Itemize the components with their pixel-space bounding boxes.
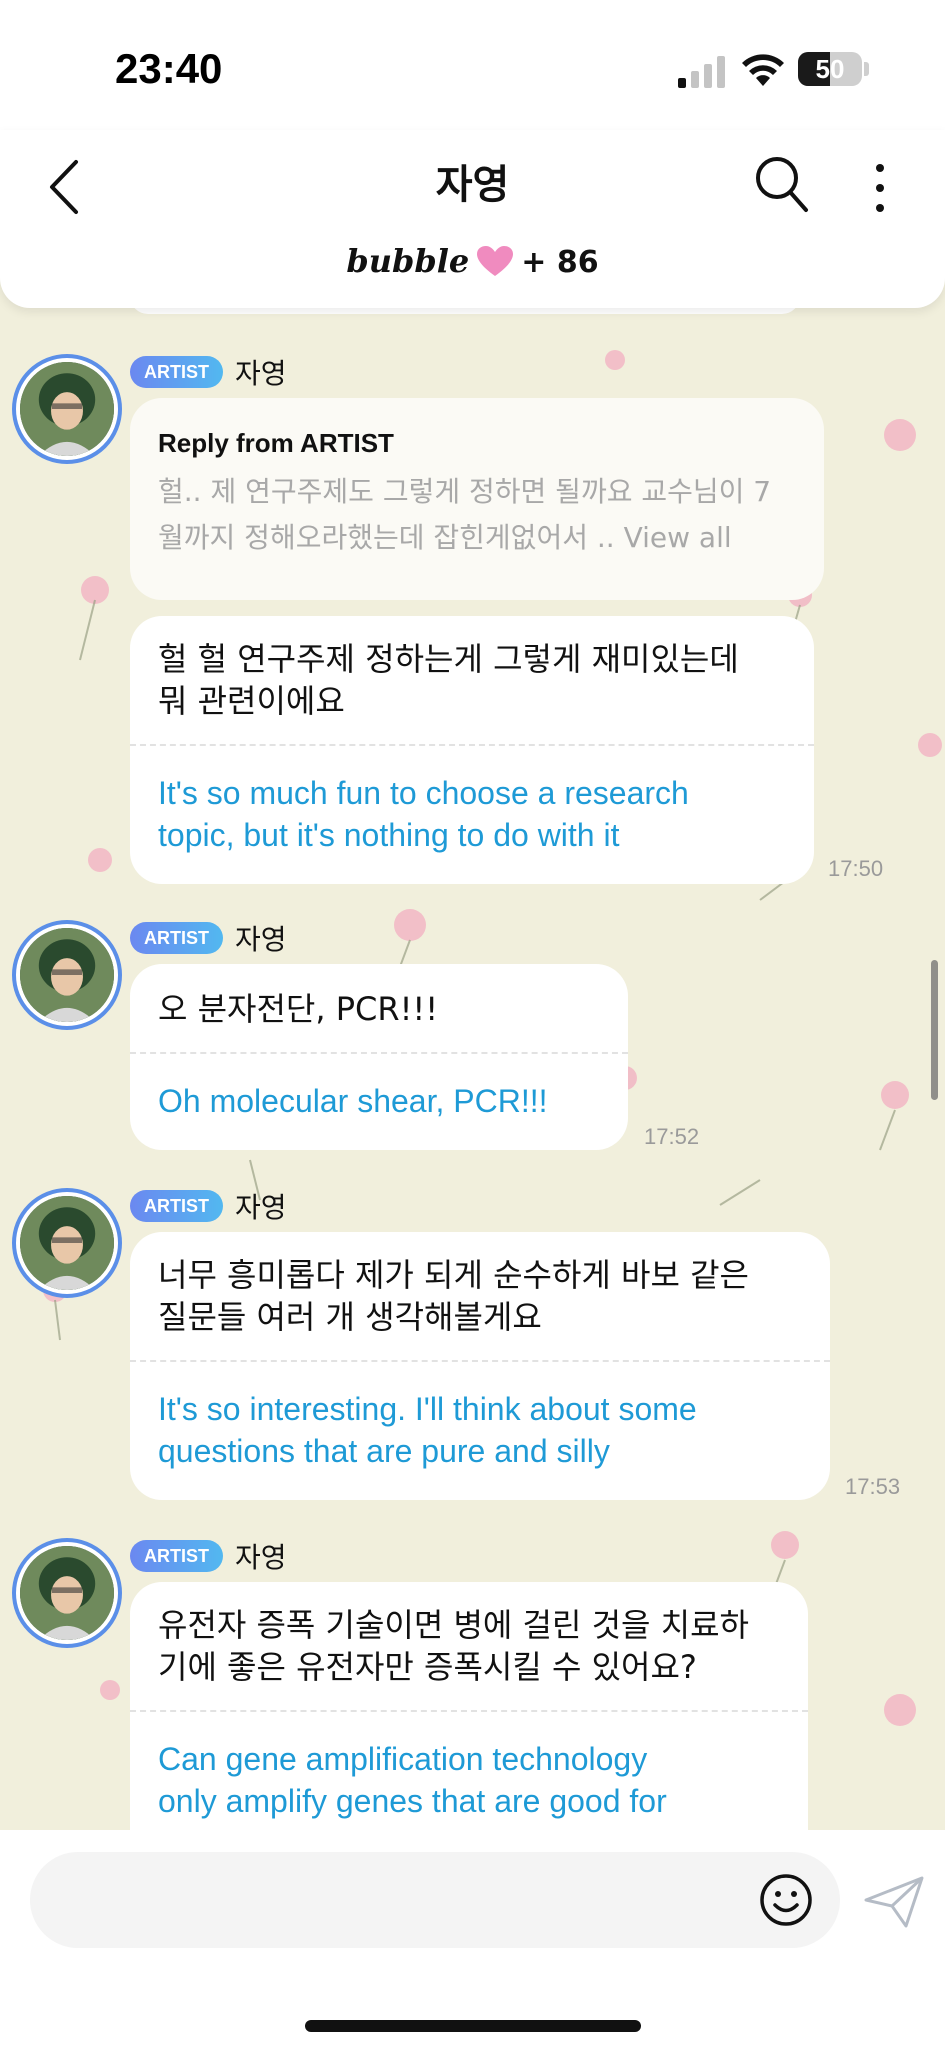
translation-text: Oh molecular shear, PCR!!! (158, 1054, 600, 1148)
sender-name: 자영 (235, 1191, 287, 1224)
sender-row: ARTIST 자영 (130, 1186, 287, 1224)
message-text: 오 분자전단, PCR!!! (158, 964, 600, 1052)
message-line: 유전자 증폭 기술이면 병에 걸린 것을 치료하 (158, 1606, 749, 1644)
sender-name: 자영 (235, 357, 287, 390)
artist-badge: ARTIST (130, 922, 223, 954)
translation-line: Can gene amplification technology (158, 1741, 648, 1777)
translation-line: only amplify genes that are good for (158, 1783, 667, 1819)
sender-name: 자영 (235, 1541, 287, 1574)
message-line: 오 분자전단, PCR!!! (158, 990, 439, 1028)
artist-badge: ARTIST (130, 356, 223, 388)
translation-text: It's so much fun to choose a research to… (158, 746, 786, 882)
battery-level: 50 (815, 54, 845, 84)
translation-text: Can gene amplification technology only a… (158, 1712, 780, 1848)
bubble-logo: bubble (346, 242, 470, 280)
message-text: 헐 헐 연구주제 정하는게 그렇게 재미있는데 뭐 관련이에요 (158, 616, 786, 744)
message-line: 너무 흥미롭다 제가 되게 순수하게 바보 같은 (158, 1256, 749, 1294)
search-icon[interactable] (752, 152, 812, 216)
message-text: 유전자 증폭 기술이면 병에 걸린 것을 치료하 기에 좋은 유전자만 증폭시킬… (158, 1582, 780, 1710)
message-bubble[interactable]: 오 분자전단, PCR!!! Oh molecular shear, PCR!!… (130, 964, 628, 1150)
translation-line: It's so interesting. I'll think about so… (158, 1391, 697, 1427)
translation-text: It's so interesting. I'll think about so… (158, 1362, 802, 1498)
home-indicator[interactable] (305, 2020, 641, 2032)
message-time: 17:53 (845, 1474, 901, 1499)
message-line: 뭐 관련이에요 (158, 682, 345, 720)
message-input[interactable] (30, 1852, 840, 1948)
message-bubble[interactable]: 헐 헐 연구주제 정하는게 그렇게 재미있는데 뭐 관련이에요 It's so … (130, 616, 814, 884)
message-text: 너무 흥미롭다 제가 되게 순수하게 바보 같은 질문들 여러 개 생각해볼게요 (158, 1232, 802, 1360)
bubble-count: + 86 (521, 245, 599, 280)
bubble-count-row[interactable]: bubble + 86 (0, 242, 945, 280)
reply-title: Reply from ARTIST (158, 428, 394, 458)
signal-icon (678, 56, 725, 88)
message-line: 질문들 여러 개 생각해볼게요 (158, 1298, 542, 1336)
status-bar: 23:40 50 (0, 0, 945, 130)
avatar[interactable] (12, 1538, 122, 1648)
message-time: 17:50 (828, 856, 884, 881)
translation-line: questions that are pure and silly (158, 1433, 610, 1469)
avatar[interactable] (12, 920, 122, 1030)
sender-row: ARTIST 자영 (130, 352, 287, 390)
send-icon[interactable] (862, 1874, 926, 1930)
avatar[interactable] (12, 1188, 122, 1298)
message-line: 기에 좋은 유전자만 증폭시킬 수 있어요? (158, 1648, 697, 1686)
message-bubble[interactable]: 유전자 증폭 기술이면 병에 걸린 것을 치료하 기에 좋은 유전자만 증폭시킬… (130, 1582, 808, 1872)
heart-icon (477, 246, 514, 276)
avatar[interactable] (12, 354, 122, 464)
status-time: 23:40 (115, 45, 223, 92)
avatar-photo (20, 928, 114, 1022)
artist-badge: ARTIST (130, 1540, 223, 1572)
sender-row: ARTIST 자영 (130, 918, 287, 956)
message-time: 17:52 (644, 1124, 700, 1149)
more-vertical-icon[interactable] (860, 160, 900, 216)
sender-row: ARTIST 자영 (130, 1536, 287, 1574)
avatar-photo (20, 1546, 114, 1640)
chat-header: 자영 bubble + 86 (0, 130, 945, 308)
reply-quote-card[interactable]: Reply from ARTIST 헐.. 제 연구주제도 그렇게 정하면 될까… (130, 398, 824, 600)
sender-name: 자영 (235, 923, 287, 956)
message-bubble[interactable]: 너무 흥미롭다 제가 되게 순수하게 바보 같은 질문들 여러 개 생각해볼게요… (130, 1232, 830, 1500)
message-input-bar (0, 1830, 945, 2048)
emoji-icon[interactable] (758, 1872, 814, 1928)
translation-line: Oh molecular shear, PCR!!! (158, 1083, 548, 1119)
battery-icon: 50 (798, 52, 862, 86)
translation-line: topic, but it's nothing to do with it (158, 817, 620, 853)
battery-tip (864, 62, 869, 76)
scrollbar[interactable] (931, 960, 938, 1100)
message-line: 헐 헐 연구주제 정하는게 그렇게 재미있는데 (158, 640, 739, 678)
artist-badge: ARTIST (130, 1190, 223, 1222)
reply-body-line: 월까지 정해오라했는데 잡힌게없어서 .. View all (158, 521, 732, 554)
reply-body-line: 헐.. 제 연구주제도 그렇게 정하면 될까요 교수님이 7 (158, 475, 772, 508)
wifi-icon (742, 54, 784, 86)
translation-line: It's so much fun to choose a research (158, 775, 689, 811)
avatar-photo (20, 362, 114, 456)
reply-body: 헐.. 제 연구주제도 그렇게 정하면 될까요 교수님이 7 월까지 정해오라했… (158, 469, 796, 561)
avatar-photo (20, 1196, 114, 1290)
